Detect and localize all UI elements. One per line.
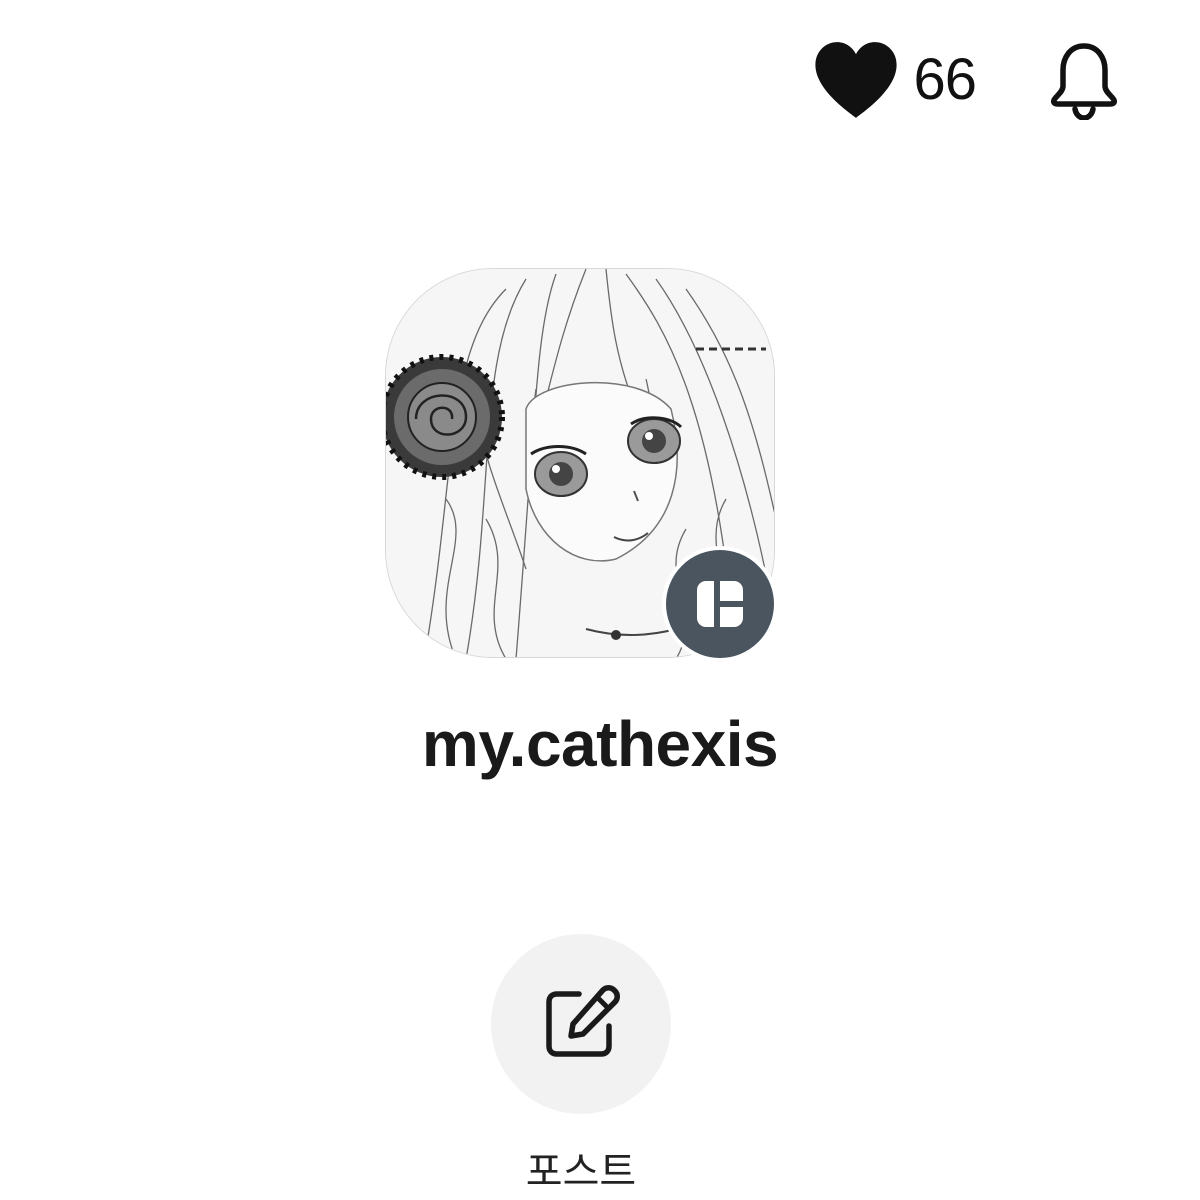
heart-icon bbox=[815, 42, 898, 118]
post-label: 포스트 bbox=[525, 1149, 637, 1195]
layout-badge-button[interactable] bbox=[662, 546, 778, 662]
post-button[interactable] bbox=[491, 934, 671, 1114]
bell-icon[interactable] bbox=[1048, 40, 1120, 120]
layout-grid-icon bbox=[697, 581, 743, 627]
likes-button[interactable]: 66 bbox=[813, 40, 977, 120]
likes-count: 66 bbox=[913, 47, 977, 112]
profile-username: my.cathexis bbox=[421, 708, 779, 780]
profile-avatar-container bbox=[385, 268, 780, 662]
edit-icon bbox=[546, 985, 620, 1057]
top-bar: 66 bbox=[813, 40, 1120, 120]
